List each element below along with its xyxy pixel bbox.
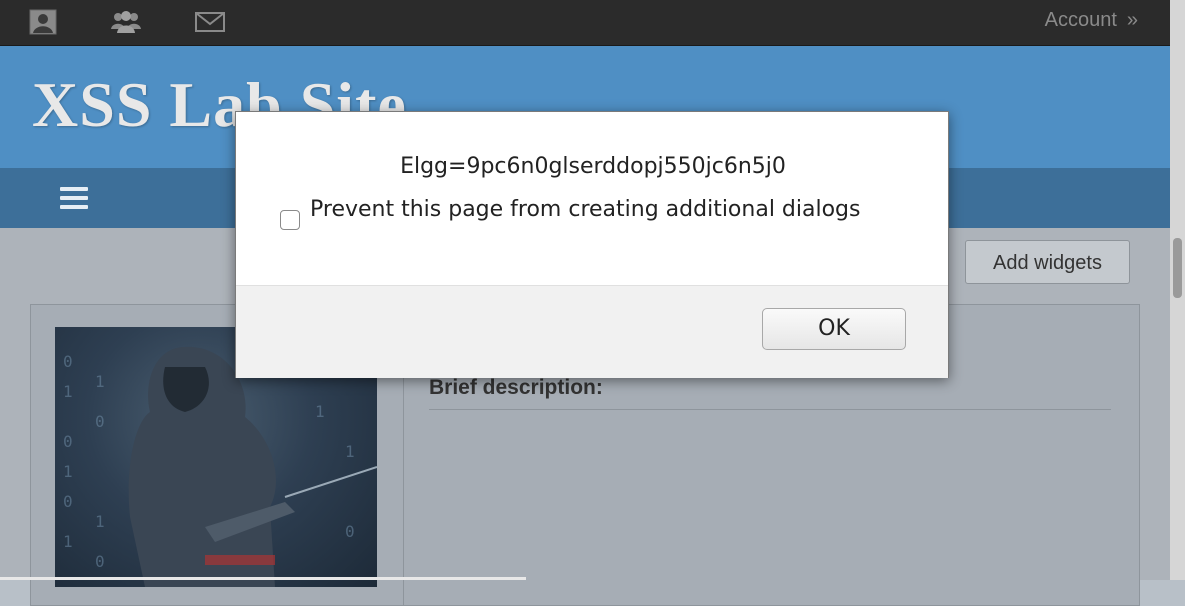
hamburger-icon[interactable] [60,187,88,209]
dialog-footer: OK [236,285,948,378]
mail-icon[interactable] [194,9,226,35]
svg-text:1: 1 [95,372,105,391]
prevent-dialogs-label[interactable]: Prevent this page from creating addition… [310,196,870,223]
svg-text:1: 1 [63,532,73,551]
separator [429,409,1111,410]
top-toolbar: Account » [0,0,1170,46]
svg-text:0: 0 [95,552,105,571]
users-icon[interactable] [110,9,142,35]
brief-description-label: Brief description: [429,376,603,399]
account-menu[interactable]: Account » [1045,0,1138,40]
user-icon[interactable] [29,9,57,35]
ok-button[interactable]: OK [762,308,906,350]
svg-text:1: 1 [345,442,355,461]
alert-message: Elgg=9pc6n0glserddopj550jc6n5j0 [400,154,786,179]
chevron-right-icon: » [1126,9,1138,31]
svg-text:0: 0 [345,522,355,541]
svg-text:1: 1 [63,462,73,481]
page-scrollbar[interactable] [1170,0,1185,580]
svg-text:0: 0 [63,432,73,451]
svg-text:0: 0 [63,352,73,371]
svg-text:0: 0 [95,412,105,431]
svg-text:1: 1 [315,402,325,421]
add-widgets-button[interactable]: Add widgets [965,240,1130,284]
scrollbar-thumb[interactable] [1173,238,1182,298]
svg-text:1: 1 [63,382,73,401]
prevent-dialogs-checkbox[interactable] [280,210,300,230]
account-label: Account [1044,9,1117,31]
svg-text:1: 1 [95,512,105,531]
alert-dialog: Elgg=9pc6n0glserddopj550jc6n5j0 Prevent … [235,111,949,378]
svg-text:0: 0 [63,492,73,511]
